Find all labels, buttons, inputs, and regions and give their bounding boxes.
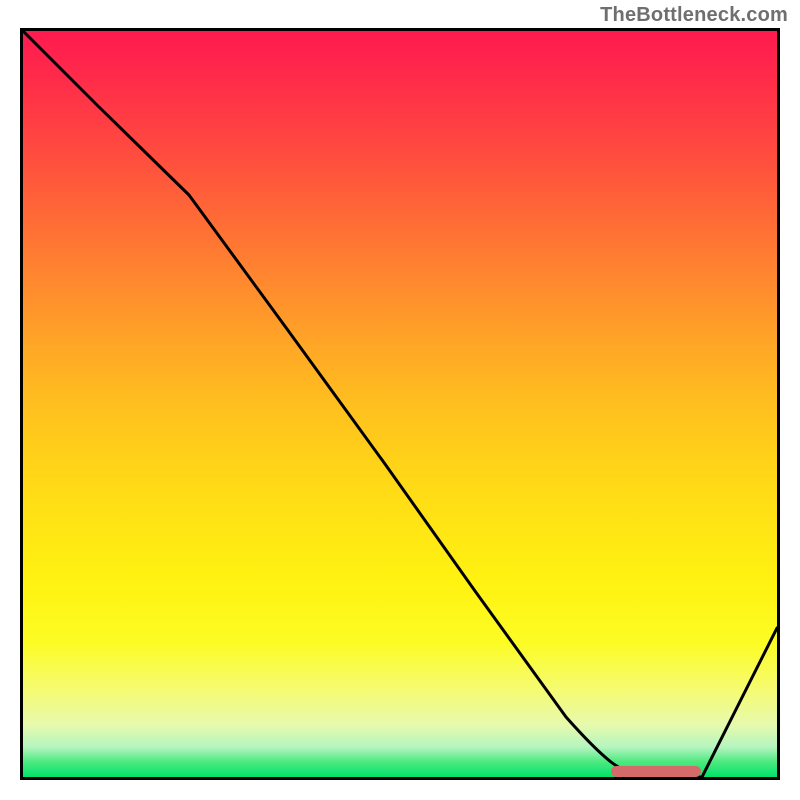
bottleneck-curve bbox=[23, 31, 777, 777]
minimum-marker bbox=[611, 766, 701, 777]
chart-canvas: TheBottleneck.com bbox=[0, 0, 800, 800]
watermark-text: TheBottleneck.com bbox=[600, 4, 788, 27]
plot-frame bbox=[20, 28, 780, 780]
